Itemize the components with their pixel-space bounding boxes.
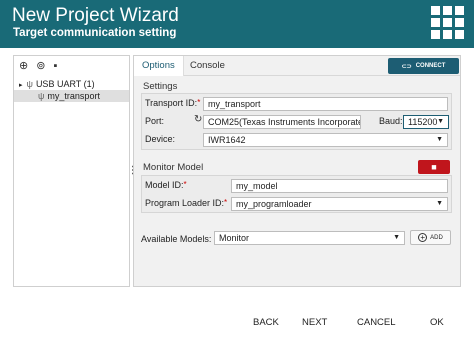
chevron-down-icon: ▼ <box>436 136 443 143</box>
chevron-down-icon: ▼ <box>437 118 444 125</box>
monitor-model-group: Model ID:* my_model Program Loader ID:* … <box>141 175 452 213</box>
add-icon[interactable]: ⊕ <box>19 60 28 72</box>
baud-select[interactable]: 115200 ▼ <box>403 115 449 129</box>
wizard-header: New Project Wizard Target communication … <box>0 0 474 48</box>
chevron-down-icon: ▼ <box>393 234 400 241</box>
device-label: Device: <box>145 134 176 144</box>
tab-options[interactable]: Options <box>134 56 184 76</box>
transport-id-input[interactable]: my_transport <box>203 97 448 111</box>
next-button[interactable]: NEXT <box>302 317 327 328</box>
program-loader-value: my_programloader <box>236 199 312 209</box>
usb-icon: ψ <box>38 91 45 101</box>
monitor-model-title: Monitor Model <box>143 162 204 173</box>
connect-button[interactable]: ⊂⊃ CONNECT <box>388 58 459 74</box>
program-loader-label: Program Loader ID:* <box>145 198 228 208</box>
caret-down-icon[interactable]: ▸ <box>19 82 23 89</box>
tab-bar: Options Console ⊂⊃ CONNECT <box>134 56 460 76</box>
tree-group-usb-uart[interactable]: ▸ ψ USB UART (1) <box>14 78 129 90</box>
wizard-subtitle: Target communication setting <box>13 27 177 39</box>
delete-icon[interactable]: ▪ <box>53 60 57 72</box>
cancel-button[interactable]: CANCEL <box>357 317 396 328</box>
back-button[interactable]: BACK <box>253 317 279 328</box>
add-button-label: ADD <box>430 234 443 241</box>
connect-icon[interactable]: ⊚ <box>36 60 45 72</box>
device-select[interactable]: IWR1642 ▼ <box>203 133 448 147</box>
connect-button-label: CONNECT <box>415 63 446 69</box>
trash-icon: ■ <box>431 162 437 172</box>
available-models-value: Monitor <box>219 233 250 243</box>
port-value: COM25(Texas Instruments Incorporated <box>208 117 361 127</box>
refresh-icon[interactable]: ↻ <box>194 114 202 125</box>
port-select[interactable]: COM25(Texas Instruments Incorporated <box>203 115 361 129</box>
tab-console[interactable]: Console <box>182 56 233 76</box>
available-models-label: Available Models: <box>141 234 212 244</box>
settings-title: Settings <box>143 81 178 92</box>
tree-item-label: my_transport <box>47 91 100 101</box>
add-model-button[interactable]: + ADD <box>410 230 451 245</box>
model-id-input[interactable]: my_model <box>231 179 448 193</box>
chevron-down-icon: ▼ <box>436 200 443 207</box>
transport-tree-panel: ⊕ ⊚ ▪ ▸ ψ USB UART (1) ψ my_transport <box>13 55 130 287</box>
transport-id-label: Transport ID:* <box>145 98 201 108</box>
usb-icon: ψ <box>26 79 33 89</box>
delete-model-button[interactable]: ■ <box>418 160 450 174</box>
program-loader-select[interactable]: my_programloader ▼ <box>231 197 448 211</box>
options-panel: Options Console ⊂⊃ CONNECT Settings Tran… <box>133 55 461 287</box>
grid-icon <box>431 6 465 40</box>
model-id-label: Model ID:* <box>145 180 187 190</box>
available-models-select[interactable]: Monitor ▼ <box>214 231 405 245</box>
port-label: Port: <box>145 116 165 126</box>
settings-group: Transport ID:* my_transport Port: ↻ COM2… <box>141 93 452 150</box>
tree-item-my-transport[interactable]: ψ my_transport <box>14 90 129 102</box>
tree-toolbar: ⊕ ⊚ ▪ <box>14 56 129 76</box>
tree-group-label: USB UART (1) <box>35 79 95 89</box>
wizard-title: New Project Wizard <box>12 5 179 26</box>
link-icon: ⊂⊃ <box>401 63 412 70</box>
baud-label: Baud: <box>379 116 403 126</box>
ok-button[interactable]: OK <box>430 317 444 328</box>
baud-value: 115200 <box>408 117 438 127</box>
device-value: IWR1642 <box>208 135 246 145</box>
plus-icon: + <box>418 233 428 242</box>
